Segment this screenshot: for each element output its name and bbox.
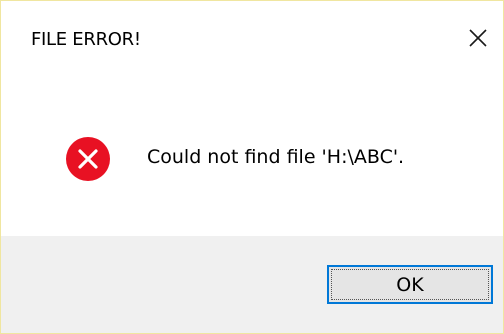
dialog-content: Could not find file 'H:\ABC'. — [1, 79, 503, 236]
error-icon — [65, 136, 111, 182]
ok-button-label: OK — [331, 269, 489, 300]
ok-button[interactable]: OK — [327, 265, 493, 304]
dialog-title: FILE ERROR! — [31, 29, 141, 50]
error-message: Could not find file 'H:\ABC'. — [147, 146, 405, 168]
button-bar: OK — [1, 236, 503, 333]
title-bar: FILE ERROR! — [1, 1, 503, 79]
close-icon[interactable] — [463, 23, 493, 53]
error-dialog: FILE ERROR! Could not find file 'H:\ABC'… — [0, 0, 504, 334]
